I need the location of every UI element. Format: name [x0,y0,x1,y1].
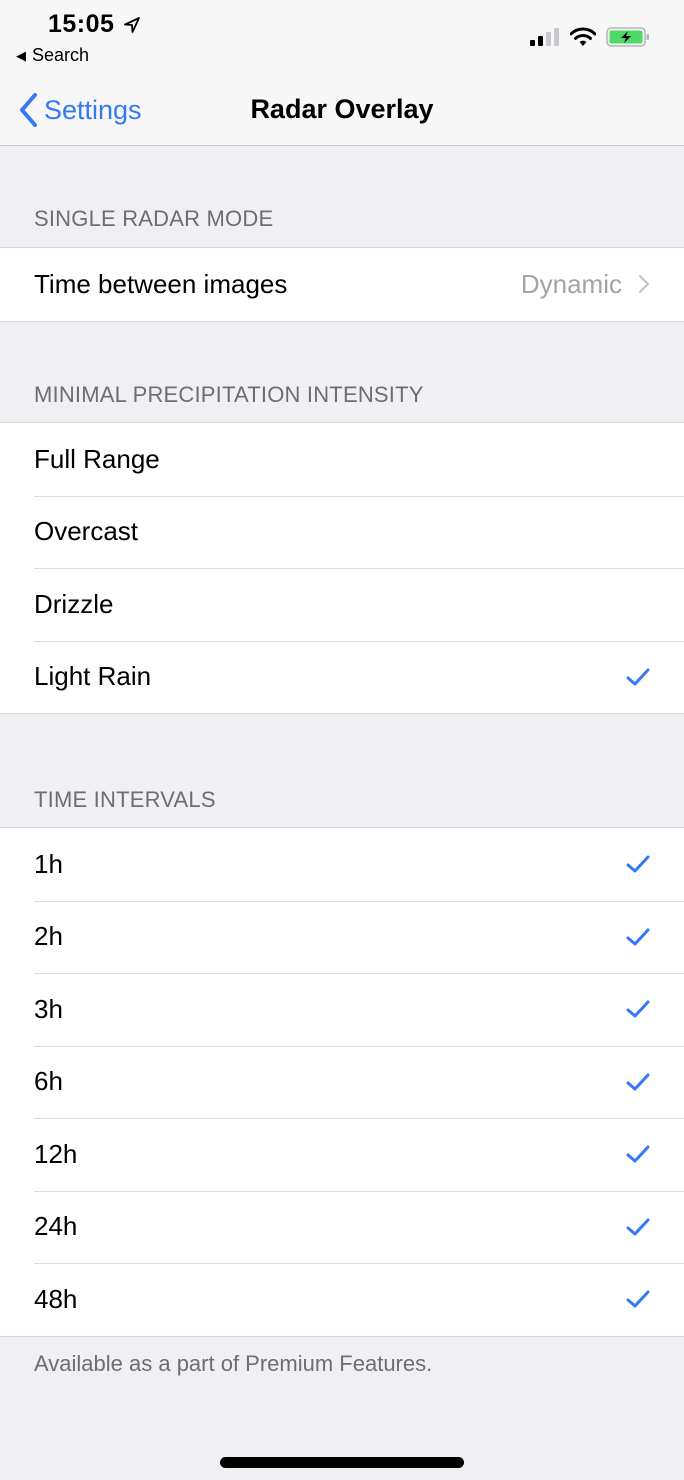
checkmark-icon [626,1290,650,1308]
option-light-rain[interactable]: Light Rain [0,640,684,714]
back-app-label: Search [32,45,90,65]
status-time: 15:05 [48,10,115,38]
page-title-text: Radar Overlay [250,94,434,124]
location-arrow-icon [124,17,140,33]
row-label: 6h [34,1066,63,1097]
checkmark-icon [626,928,650,946]
option-full-range[interactable]: Full Range [0,423,684,496]
option-drizzle[interactable]: Drizzle [0,568,684,641]
section-header-time-intervals: TIME INTERVALS [34,787,216,812]
checkmark-icon [626,668,650,686]
row-label: Drizzle [34,588,114,619]
row-label: Full Range [34,443,160,474]
row-label: 3h [34,993,63,1024]
row-label: Overcast [34,516,139,547]
status-indicators [530,26,650,48]
section-header-single-radar-mode: SINGLE RADAR MODE [34,206,274,231]
option-overcast[interactable]: Overcast [0,495,684,569]
wifi-icon [570,27,596,46]
row-label: Light Rain [34,661,152,692]
status-bar: 15:05 ◀ Search [0,0,684,80]
interval-12h[interactable]: 12h [0,1118,684,1191]
cellular-signal-icon [530,28,559,46]
checkmark-icon [626,1145,650,1163]
home-indicator[interactable] [220,1457,464,1468]
row-label: 24h [34,1211,78,1242]
interval-2h[interactable]: 2h [0,900,684,974]
section-footer-premium: Available as a part of Premium Features. [34,1351,433,1376]
navigation-bar: Settings Radar Overlay [0,80,684,146]
group-precipitation-intensity: Full Range Overcast Drizzle Light Rain [0,422,684,714]
row-label: Time between images [34,268,288,299]
group-time-intervals: 1h 2h 3h 6h 12h 24h 48h [0,827,684,1337]
page-title: Radar Overlay [0,94,684,125]
checkmark-icon [626,1073,650,1091]
time-between-images-row[interactable]: Time between images Dynamic [0,248,684,321]
section-header-precipitation: MINIMAL PRECIPITATION INTENSITY [34,382,424,407]
row-label: 1h [34,848,63,879]
checkmark-icon [626,855,650,873]
back-triangle-icon: ◀ [16,47,26,63]
chevron-right-icon [638,275,650,294]
interval-3h[interactable]: 3h [0,973,684,1046]
row-label: 48h [34,1283,78,1314]
row-value: Dynamic [520,268,622,299]
interval-1h[interactable]: 1h [0,828,684,901]
row-label: 12h [34,1138,78,1169]
checkmark-icon [626,1218,650,1236]
interval-24h[interactable]: 24h [0,1190,684,1264]
row-label: 2h [34,921,63,952]
interval-6h[interactable]: 6h [0,1045,684,1119]
back-to-app-button[interactable]: ◀ Search [16,45,89,66]
interval-48h[interactable]: 48h [0,1263,684,1336]
group-single-radar-mode: Time between images Dynamic [0,247,684,322]
battery-charging-icon [606,27,649,47]
checkmark-icon [626,1000,650,1018]
